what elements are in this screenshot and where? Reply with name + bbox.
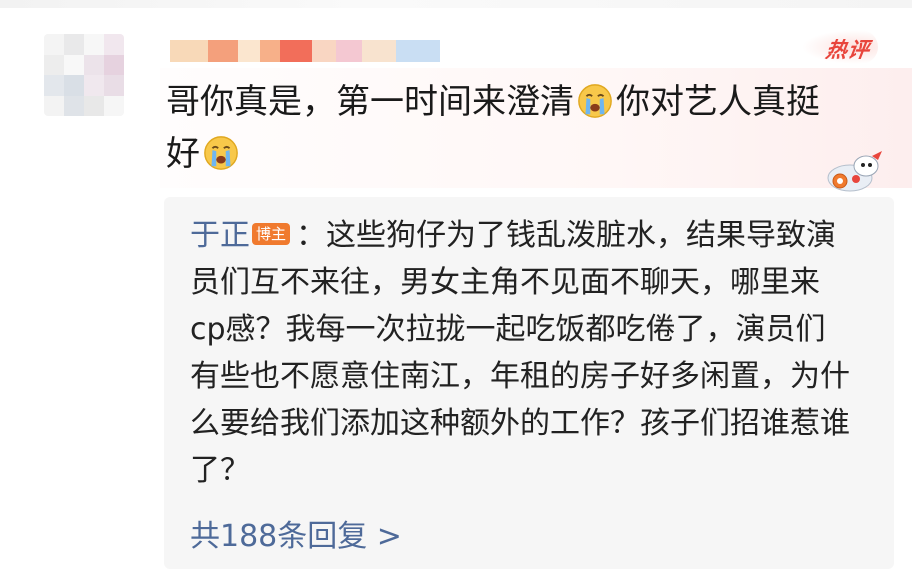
hot-comment-badge: 热评 [824,38,872,62]
view-all-replies-link[interactable]: 共188条回复 > [190,515,402,559]
avatar[interactable] [44,34,124,116]
comment-text-part1: 哥你真是，第一时间来澄清 [166,82,574,122]
comment-text-part2: 你对艺人真挺 [616,82,820,122]
blogger-badge: 博主 [252,223,291,245]
reply-item[interactable]: 于正 博主 ：这些狗仔为了钱乱泼脏水，结果导致演员们互不来往，男女主角不见面不聊天，… [190,212,850,494]
reply-text: 这些狗仔为了钱乱泼脏水，结果导致演员们互不来往，男女主角不见面不聊天，哪里来cp… [190,218,850,488]
crying-face-icon [578,84,612,118]
commenter-name-blurred[interactable] [170,40,440,62]
top-strip [0,0,912,8]
reply-separator: ： [296,218,327,253]
comment-text: 哥你真是，第一时间来澄清 你对艺人真挺 好 [166,76,866,180]
reply-username[interactable]: 于正 [190,218,250,253]
comment-text-part3: 好 [166,134,200,174]
mascot-sticker-icon [827,151,882,192]
crying-face-icon [204,136,238,170]
